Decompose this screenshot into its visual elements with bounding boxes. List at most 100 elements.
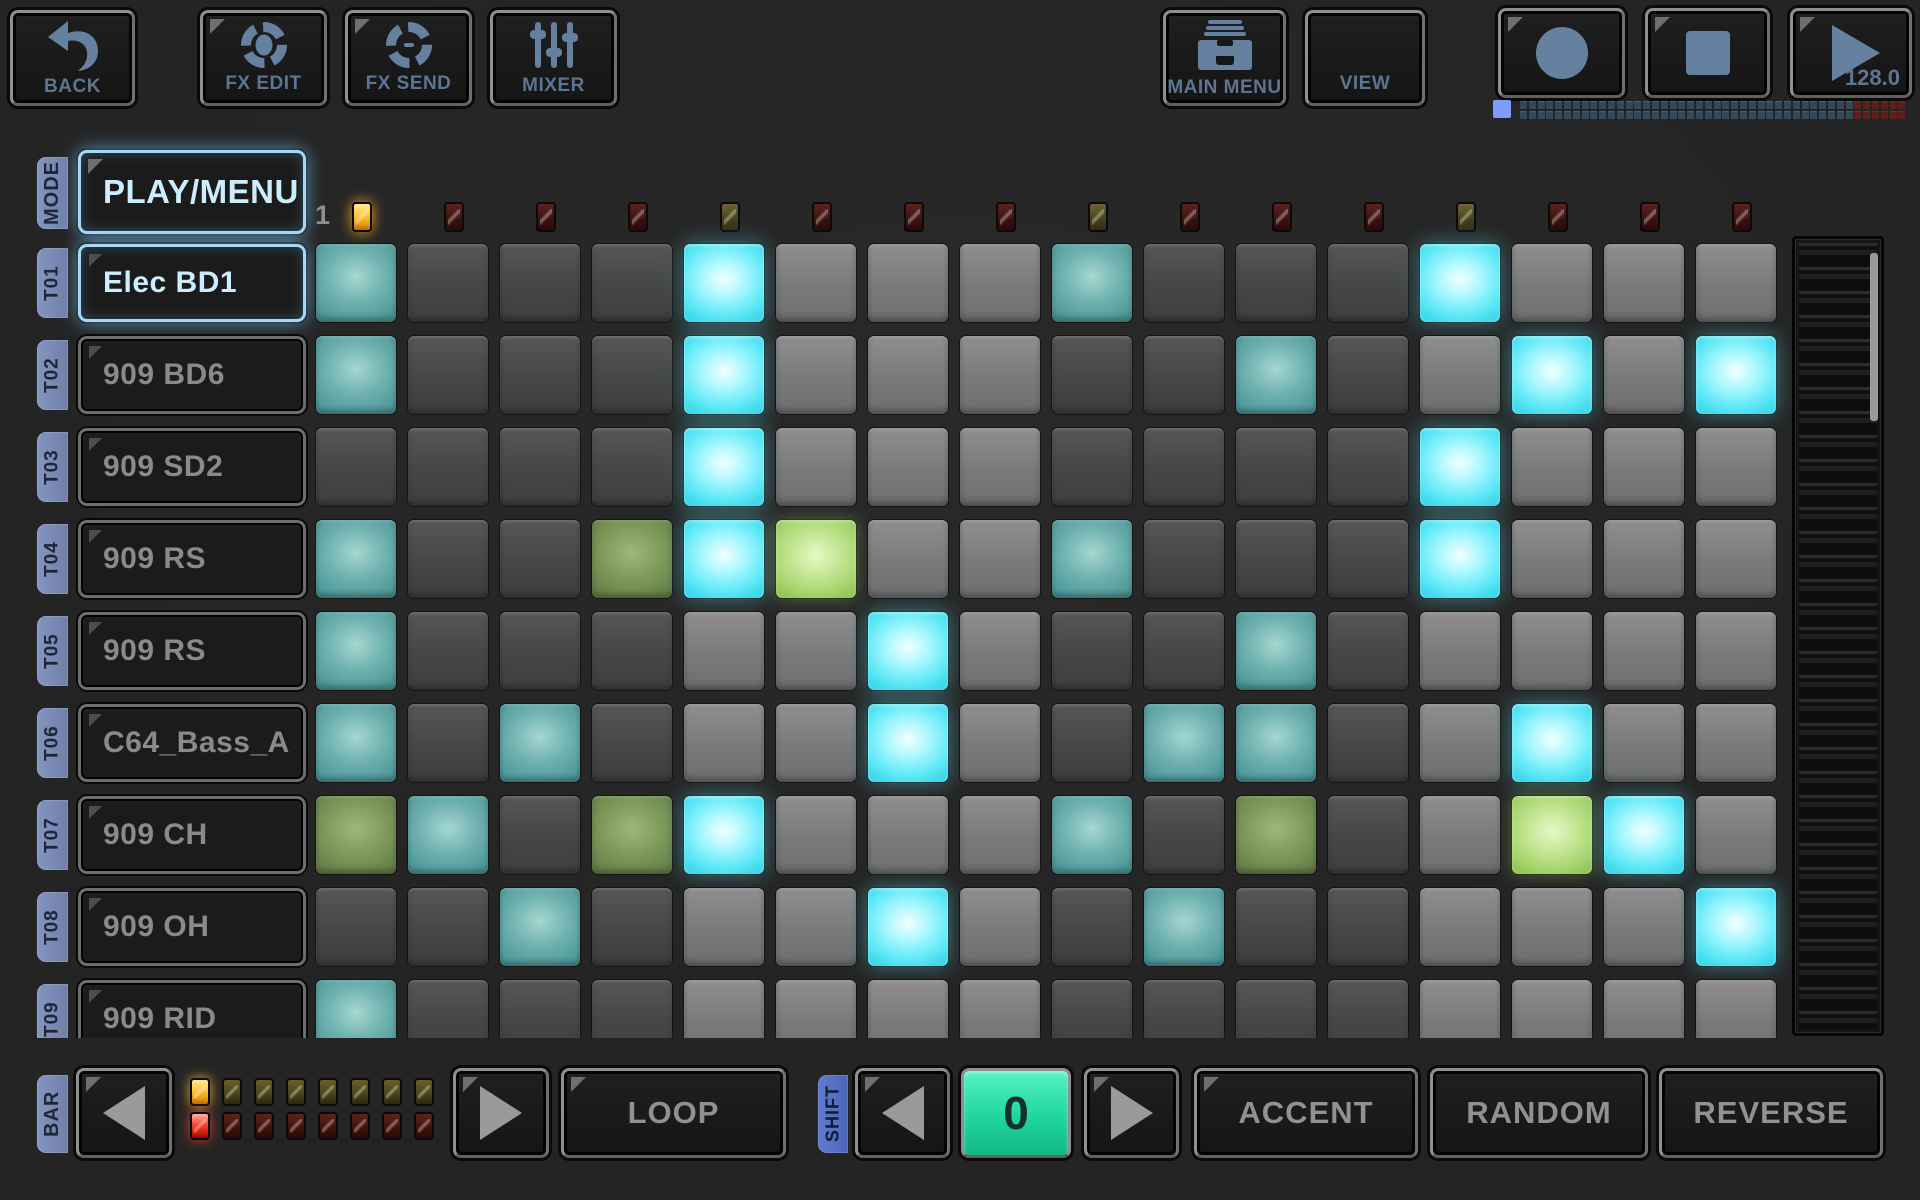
step-pad[interactable]	[1236, 244, 1316, 322]
step-pad[interactable]	[776, 336, 856, 414]
step-pad[interactable]	[1236, 980, 1316, 1038]
step-pad[interactable]	[1696, 612, 1776, 690]
track-tab-t02[interactable]: T02	[37, 340, 68, 410]
step-pad[interactable]	[1144, 704, 1224, 782]
step-pad[interactable]	[776, 704, 856, 782]
shift-left-button[interactable]	[855, 1068, 950, 1158]
step-pad[interactable]	[1604, 704, 1684, 782]
step-pad[interactable]	[592, 520, 672, 598]
step-pad[interactable]	[960, 980, 1040, 1038]
step-pad[interactable]	[1696, 520, 1776, 598]
step-pad[interactable]	[592, 980, 672, 1038]
step-pad[interactable]	[776, 428, 856, 506]
step-pad[interactable]	[868, 612, 948, 690]
step-pad[interactable]	[1420, 612, 1500, 690]
track-select-button[interactable]: 909 RID	[78, 980, 306, 1038]
step-pad[interactable]	[316, 704, 396, 782]
step-pad[interactable]	[1144, 980, 1224, 1038]
step-pad[interactable]	[500, 336, 580, 414]
step-pad[interactable]	[1236, 704, 1316, 782]
step-pad[interactable]	[1420, 704, 1500, 782]
step-pad[interactable]	[408, 428, 488, 506]
step-pad[interactable]	[592, 796, 672, 874]
step-pad[interactable]	[1052, 612, 1132, 690]
step-pad[interactable]	[684, 980, 764, 1038]
step-pad[interactable]	[316, 612, 396, 690]
step-pad[interactable]	[408, 244, 488, 322]
step-pad[interactable]	[500, 888, 580, 966]
step-pad[interactable]	[1052, 980, 1132, 1038]
bar-tab[interactable]: BAR	[37, 1075, 68, 1153]
step-pad[interactable]	[1696, 336, 1776, 414]
step-pad[interactable]	[1236, 612, 1316, 690]
step-pad[interactable]	[684, 612, 764, 690]
step-pad[interactable]	[1512, 612, 1592, 690]
bar-prev-button[interactable]	[76, 1068, 172, 1158]
step-pad[interactable]	[776, 520, 856, 598]
track-select-button[interactable]: 909 RS	[78, 520, 306, 598]
step-pad[interactable]	[408, 888, 488, 966]
step-pad[interactable]	[1512, 980, 1592, 1038]
step-pad[interactable]	[684, 520, 764, 598]
step-pad[interactable]	[1328, 612, 1408, 690]
track-tab-t07[interactable]: T07	[37, 800, 68, 870]
step-pad[interactable]	[316, 428, 396, 506]
step-pad[interactable]	[1512, 520, 1592, 598]
step-pad[interactable]	[408, 796, 488, 874]
step-pad[interactable]	[500, 244, 580, 322]
step-pad[interactable]	[960, 888, 1040, 966]
step-pad[interactable]	[1512, 244, 1592, 322]
step-pad[interactable]	[1328, 520, 1408, 598]
step-pad[interactable]	[316, 980, 396, 1038]
step-pad[interactable]	[1420, 244, 1500, 322]
step-pad[interactable]	[868, 796, 948, 874]
step-pad[interactable]	[684, 428, 764, 506]
step-pad[interactable]	[592, 612, 672, 690]
track-select-button[interactable]: Elec BD1	[78, 244, 306, 322]
scrollbar-thumb[interactable]	[1870, 253, 1878, 421]
step-pad[interactable]	[316, 244, 396, 322]
step-pad[interactable]	[1512, 428, 1592, 506]
step-pad[interactable]	[1420, 520, 1500, 598]
step-pad[interactable]	[868, 336, 948, 414]
track-tab-t06[interactable]: T06	[37, 708, 68, 778]
step-pad[interactable]	[868, 244, 948, 322]
step-pad[interactable]	[1696, 888, 1776, 966]
step-pad[interactable]	[592, 428, 672, 506]
track-tab-t09[interactable]: T09	[37, 984, 68, 1038]
step-pad[interactable]	[1512, 336, 1592, 414]
step-pad[interactable]	[1696, 796, 1776, 874]
step-pad[interactable]	[776, 796, 856, 874]
shift-right-button[interactable]	[1084, 1068, 1179, 1158]
step-pad[interactable]	[1420, 888, 1500, 966]
step-pad[interactable]	[1696, 428, 1776, 506]
step-pad[interactable]	[408, 704, 488, 782]
track-select-button[interactable]: C64_Bass_A	[78, 704, 306, 782]
step-pad[interactable]	[960, 336, 1040, 414]
step-pad[interactable]	[868, 520, 948, 598]
step-pad[interactable]	[776, 612, 856, 690]
accent-button[interactable]: ACCENT	[1194, 1068, 1418, 1158]
step-pad[interactable]	[1512, 888, 1592, 966]
random-button[interactable]: RANDOM	[1430, 1068, 1648, 1158]
step-pad[interactable]	[1604, 428, 1684, 506]
step-pad[interactable]	[1328, 244, 1408, 322]
step-pad[interactable]	[1696, 980, 1776, 1038]
step-pad[interactable]	[500, 980, 580, 1038]
step-pad[interactable]	[500, 704, 580, 782]
track-select-button[interactable]: 909 RS	[78, 612, 306, 690]
step-pad[interactable]	[316, 520, 396, 598]
step-pad[interactable]	[1144, 520, 1224, 598]
track-select-button[interactable]: 909 OH	[78, 888, 306, 966]
track-select-button[interactable]: 909 SD2	[78, 428, 306, 506]
step-pad[interactable]	[316, 796, 396, 874]
step-pad[interactable]	[1052, 244, 1132, 322]
step-pad[interactable]	[1604, 520, 1684, 598]
step-pad[interactable]	[868, 980, 948, 1038]
step-pad[interactable]	[684, 336, 764, 414]
step-pad[interactable]	[684, 244, 764, 322]
step-pad[interactable]	[1420, 796, 1500, 874]
step-pad[interactable]	[1604, 612, 1684, 690]
track-select-button[interactable]: 909 CH	[78, 796, 306, 874]
step-pad[interactable]	[1144, 612, 1224, 690]
